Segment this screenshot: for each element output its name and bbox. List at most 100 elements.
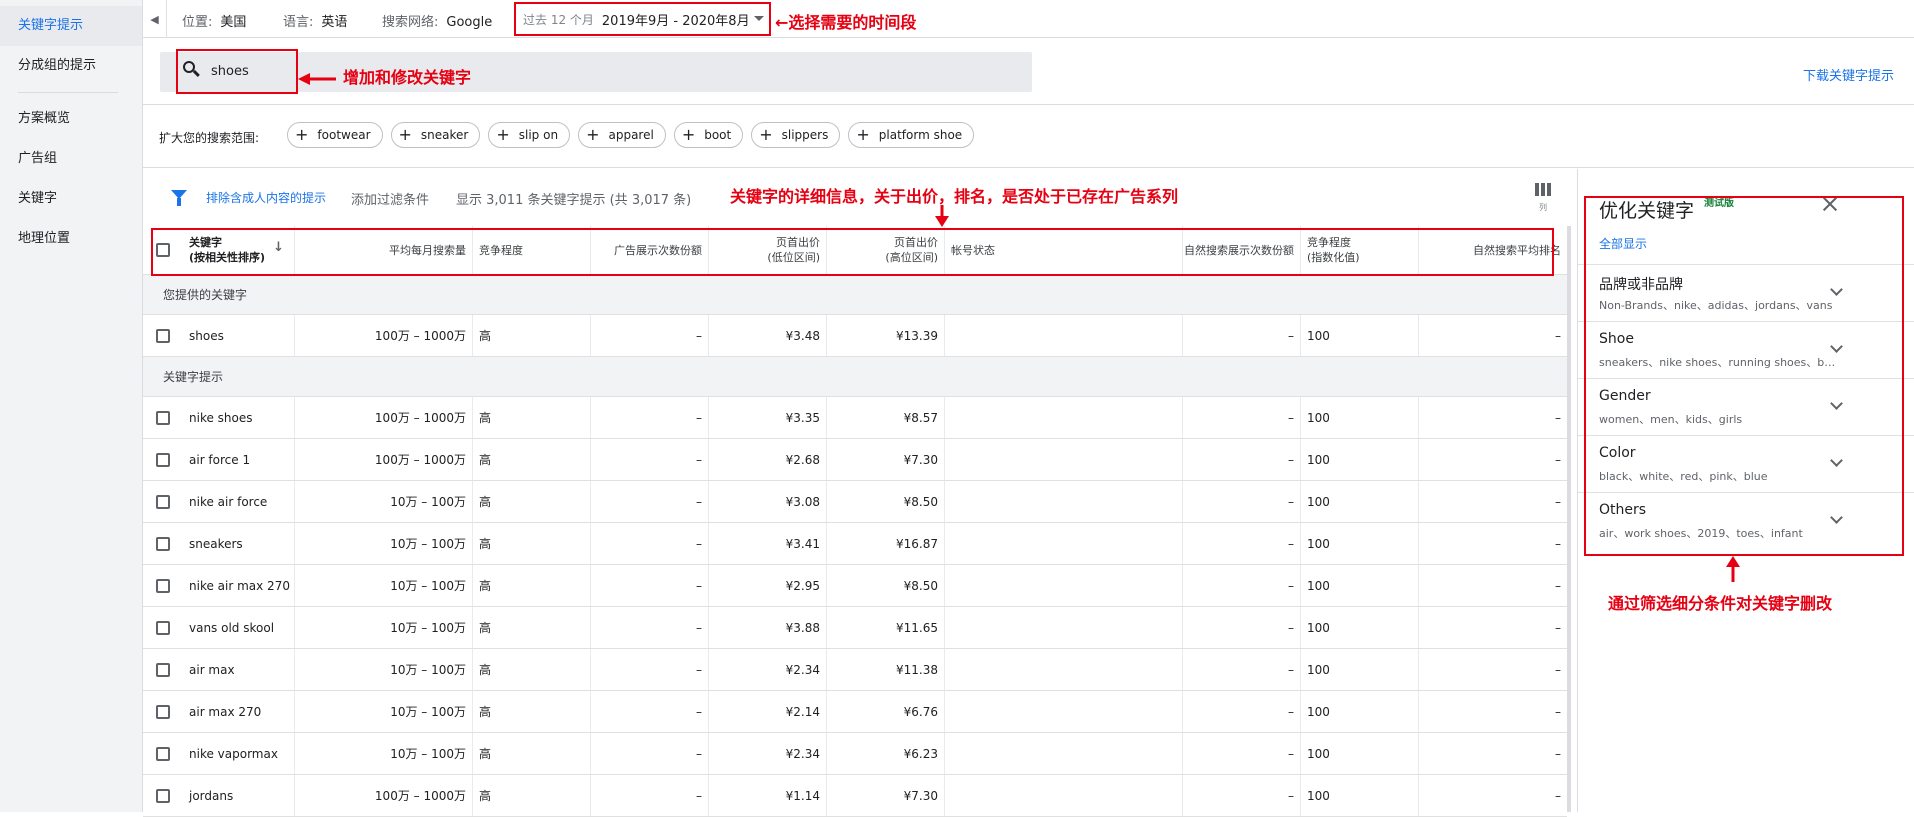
plus-icon: + (856, 125, 870, 144)
network-setting[interactable]: 搜索网络: Google (382, 11, 492, 30)
broaden-chip[interactable]: + footwear (287, 122, 383, 148)
col-organic-rank[interactable]: 自然搜索平均排名 (1419, 226, 1567, 274)
chevron-down-icon (1830, 454, 1843, 467)
row-checkbox[interactable] (143, 565, 183, 606)
cell-competition-index: 100 (1301, 733, 1419, 774)
table-row[interactable]: air force 1 100万 – 1000万高 – ¥2.68 ¥7.30–100– (143, 439, 1567, 481)
network-value: Google (446, 15, 493, 30)
date-range-select[interactable]: 过去 12 个月 2019年9月 - 2020年8月 (515, 4, 770, 34)
table-row[interactable]: shoes 100万 – 1000万高 – ¥3.48 ¥13.39–100– (143, 315, 1567, 357)
row-checkbox[interactable] (143, 439, 183, 480)
col-avg-searches[interactable]: 平均每月搜索量 (295, 226, 473, 274)
broaden-chip[interactable]: + platform shoe (848, 122, 975, 148)
cell-competition-index: 100 (1301, 523, 1419, 564)
table-row[interactable]: jordans 100万 – 1000万高 – ¥1.14 ¥7.30–100– (143, 775, 1567, 817)
col-comp-index-line1: 竞争程度 (1307, 236, 1351, 249)
search-input[interactable]: shoes (211, 64, 249, 79)
col-impression-share[interactable]: 广告展示次数份额 (591, 226, 709, 274)
cell-competition: 高 (473, 481, 591, 522)
columns-label: 列 (1539, 203, 1547, 212)
location-value: 美国 (220, 15, 247, 30)
cell-bid-low: ¥3.08 (709, 481, 827, 522)
location-setting[interactable]: 位置: 美国 (182, 11, 246, 30)
refine-category[interactable]: Gender women、men、kids、girls (1578, 378, 1914, 435)
broaden-chip[interactable]: + slip on (488, 122, 571, 148)
row-checkbox[interactable] (143, 481, 183, 522)
columns-icon[interactable] (1535, 183, 1551, 196)
beta-badge: 测试版 (1704, 198, 1734, 209)
nav-plan-overview[interactable]: 方案概览 (0, 99, 142, 139)
cell-account-status (945, 649, 1183, 690)
table-row[interactable]: nike air force 10万 – 100万高 – ¥3.08 ¥8.50–100… (143, 481, 1567, 523)
table-row[interactable]: sneakers 10万 – 100万高 – ¥3.41 ¥16.87–100– (143, 523, 1567, 565)
broaden-chip[interactable]: + boot (673, 122, 744, 148)
col-account-status[interactable]: 帐号状态 (945, 226, 1183, 274)
col-competition-index[interactable]: 竞争程度 (指数化值) (1301, 226, 1419, 274)
cell-organic-impression: – (1183, 481, 1301, 522)
context-bar: ◀ 位置: 美国 语言: 英语 搜索网络: Google 过去 12 个月 2019年… (143, 0, 1914, 38)
chevron-down-icon (1830, 511, 1843, 524)
show-all-link[interactable]: 全部显示 (1599, 235, 1647, 252)
cell-account-status (945, 397, 1183, 438)
row-checkbox[interactable] (143, 315, 183, 356)
refine-category[interactable]: Color black、white、red、pink、blue (1578, 435, 1914, 492)
row-checkbox[interactable] (143, 691, 183, 732)
download-keywords-link[interactable]: 下载关键字提示 (1803, 65, 1894, 84)
nav-grouped-ideas[interactable]: 分成组的提示 (0, 46, 142, 86)
cell-account-status (945, 607, 1183, 648)
col-organic-impression[interactable]: 自然搜索展示次数份额 (1183, 226, 1301, 274)
exclude-adult-filter[interactable]: 排除含成人内容的提示 (206, 189, 326, 206)
chip-label: apparel (608, 128, 654, 142)
row-checkbox[interactable] (143, 397, 183, 438)
nav-ad-groups[interactable]: 广告组 (0, 139, 142, 179)
cell-competition-index: 100 (1301, 649, 1419, 690)
cell-competition-index: 100 (1301, 481, 1419, 522)
filter-icon[interactable] (171, 190, 187, 206)
chip-label: slippers (781, 128, 829, 142)
broaden-chip[interactable]: + sneaker (390, 122, 481, 148)
row-checkbox[interactable] (143, 649, 183, 690)
cell-bid-low: ¥2.14 (709, 691, 827, 732)
cell-impression-share: – (591, 397, 709, 438)
keyword-idea-rows: nike shoes 100万 – 1000万高 – ¥3.35 ¥8.57–100– a… (143, 397, 1567, 817)
language-setting[interactable]: 语言: 英语 (283, 11, 347, 30)
cell-competition-index: 100 (1301, 607, 1419, 648)
table-row[interactable]: vans old skool 10万 – 100万高 – ¥3.88 ¥11.65–10… (143, 607, 1567, 649)
table-row[interactable]: nike vapormax 10万 – 100万高 – ¥2.34 ¥6.23–100– (143, 733, 1567, 775)
broaden-chip[interactable]: + apparel (578, 122, 666, 148)
cell-organic-impression: – (1183, 607, 1301, 648)
nav-keyword-ideas[interactable]: 关键字提示 (0, 6, 142, 46)
table-scrollbar[interactable] (1567, 226, 1571, 812)
table-row[interactable]: nike air max 270 10万 – 100万高 – ¥2.95 ¥8.50–1… (143, 565, 1567, 607)
row-checkbox[interactable] (143, 607, 183, 648)
refine-category[interactable]: Shoe sneakers、nike shoes、running shoes、bo… (1578, 321, 1914, 378)
plus-icon: + (759, 125, 773, 144)
col-bid-low[interactable]: 页首出价 (低位区间) (709, 226, 827, 274)
row-checkbox[interactable] (143, 523, 183, 564)
refine-category[interactable]: 品牌或非品牌 Non-Brands、nike、adidas、jordans、van… (1578, 264, 1914, 321)
table-row[interactable]: air max 10万 – 100万高 – ¥2.34 ¥11.38–100– (143, 649, 1567, 691)
col-keyword[interactable]: 关键字 (按相关性排序) ↓ (183, 226, 295, 274)
cell-avg-searches: 10万 – 100万 (295, 481, 473, 522)
network-label: 搜索网络: (382, 15, 439, 30)
broaden-chip[interactable]: + slippers (751, 122, 841, 148)
refine-category[interactable]: Others air、work shoes、2019、toes、infant (1578, 492, 1914, 549)
nav-keywords[interactable]: 关键字 (0, 179, 142, 219)
nav-locations[interactable]: 地理位置 (0, 219, 142, 259)
select-all-checkbox[interactable] (143, 226, 183, 274)
add-filter-button[interactable]: 添加过滤条件 (351, 189, 429, 208)
col-competition[interactable]: 竞争程度 (473, 226, 591, 274)
close-icon[interactable] (1821, 195, 1839, 213)
row-checkbox[interactable] (143, 775, 183, 816)
table-row[interactable]: air max 270 10万 – 100万高 – ¥2.14 ¥6.76–100– (143, 691, 1567, 733)
cell-organic-rank: – (1555, 662, 1561, 677)
cell-impression-share: – (591, 607, 709, 648)
row-checkbox[interactable] (143, 733, 183, 774)
table-row[interactable]: nike shoes 100万 – 1000万高 – ¥3.35 ¥8.57–100– (143, 397, 1567, 439)
chevron-down-icon (1830, 340, 1843, 353)
keyword-search-box[interactable] (160, 52, 1032, 92)
cell-organic-rank: – (1555, 788, 1561, 803)
col-bid-high[interactable]: 页首出价 (高位区间) (827, 226, 945, 274)
keyword-table: 关键字 (按相关性排序) ↓ 平均每月搜索量 竞争程度 广告展示次数份额 页首出… (143, 226, 1567, 817)
collapse-nav-button[interactable]: ◀ (143, 0, 167, 38)
